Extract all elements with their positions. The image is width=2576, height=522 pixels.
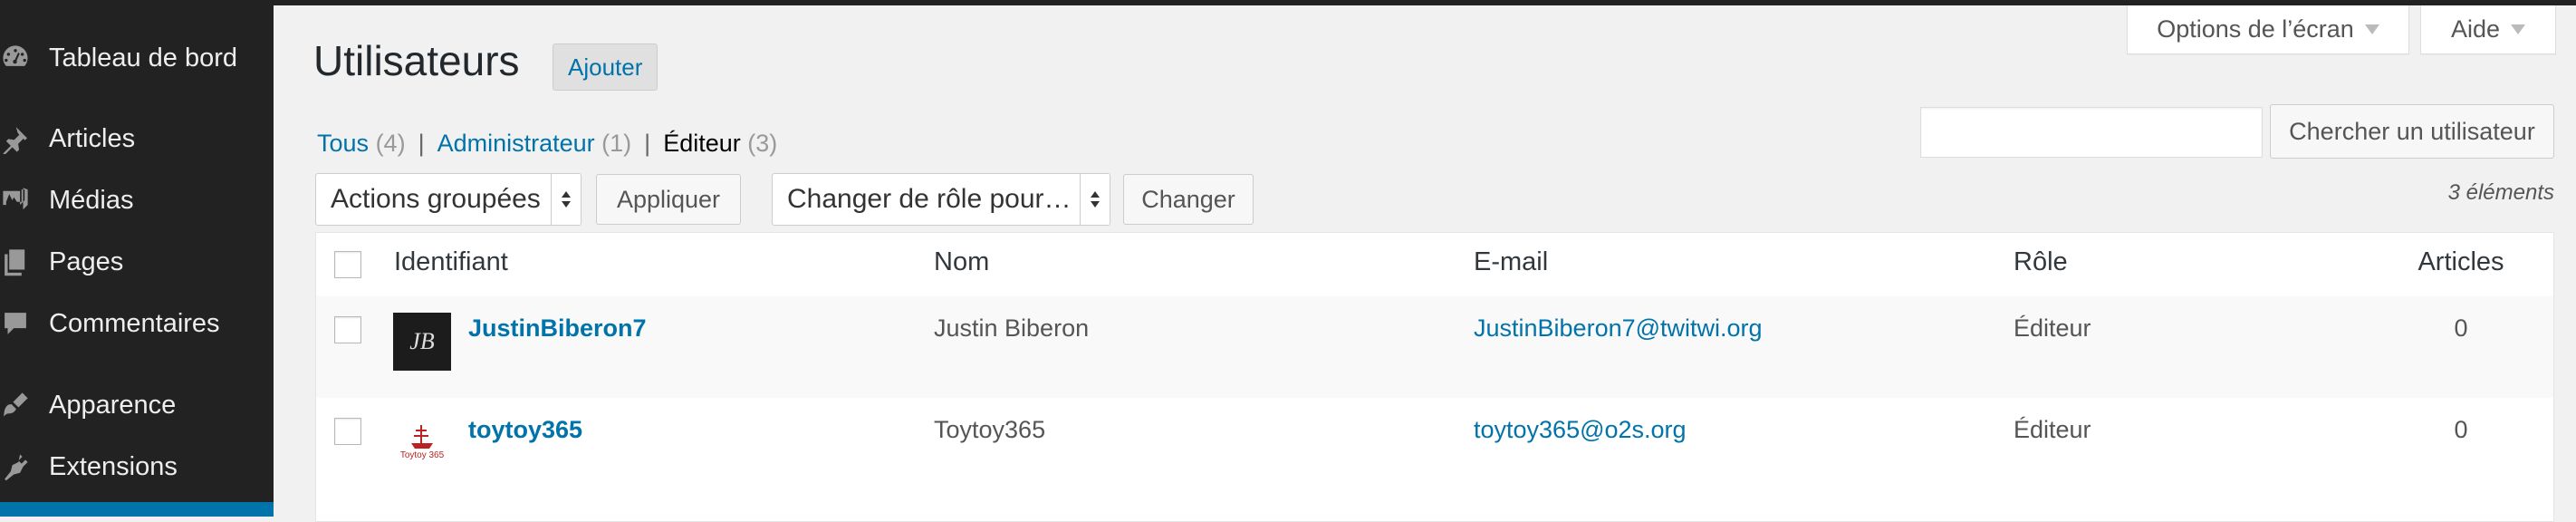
sidebar-item-label: Extensions [49,451,178,481]
select-arrows-icon [1080,174,1110,225]
admin-sidebar: Tableau de bord Articles Médias Pages Co… [0,5,274,517]
filter-all-link[interactable]: Tous (4) [317,130,406,157]
dashboard-icon [0,43,31,73]
filter-separator: | [644,130,651,157]
sidebar-item-dashboard[interactable]: Tableau de bord [0,31,274,85]
column-email[interactable]: E-mail [1474,247,1548,277]
sidebar-item-label: Pages [49,246,124,276]
pages-icon [0,246,31,277]
change-role-select[interactable]: Changer de rôle pour… [772,173,1110,226]
user-role: Éditeur [2014,314,2091,342]
column-name[interactable]: Nom [934,247,989,277]
column-posts[interactable]: Articles [2398,247,2524,277]
filter-separator: | [418,130,425,157]
sidebar-item-label: Articles [49,123,136,153]
sidebar-item-media[interactable]: Médias [0,173,274,227]
users-table: Identifiant Nom E-mail Rôle Articles JB … [315,232,2554,522]
plugins-icon [0,451,31,482]
select-all-checkbox[interactable] [334,251,361,278]
chevron-down-icon [2511,24,2526,34]
sidebar-item-extensions[interactable]: Extensions [0,440,274,494]
table-header: Identifiant Nom E-mail Rôle Articles [316,233,2553,297]
screen-options-label: Options de l’écran [2157,15,2354,43]
user-name: Justin Biberon [934,314,1090,342]
column-username[interactable]: Identifiant [394,247,508,277]
media-icon [0,185,31,216]
sidebar-item-label: Apparence [49,390,177,420]
avatar-logo-text: Toytoy 365 [399,450,445,460]
sidebar-item-label: Médias [49,185,134,215]
sidebar-item-pages[interactable]: Pages [0,235,274,289]
change-role-value: Changer de rôle pour… [787,184,1072,214]
bulk-actions-value: Actions groupées [331,184,541,214]
user-email-link[interactable]: JustinBiberon7@twitwi.org [1474,314,1763,343]
change-role-button[interactable]: Changer [1123,174,1254,225]
help-button[interactable]: Aide [2420,5,2556,54]
sidebar-item-appearance[interactable]: Apparence [0,378,274,432]
search-users-button[interactable]: Chercher un utilisateur [2270,104,2554,159]
chevron-down-icon [2364,24,2379,34]
pushpin-icon [0,123,31,154]
select-arrows-icon [551,174,581,225]
apply-button[interactable]: Appliquer [596,174,741,225]
page-title: Utilisateurs [313,37,520,84]
sidebar-item-label: Tableau de bord [49,43,237,72]
sidebar-item-articles[interactable]: Articles [0,111,274,166]
sidebar-item-comments[interactable]: Commentaires [0,296,274,351]
screen-options-button[interactable]: Options de l’écran [2127,5,2409,54]
avatar-monogram: JB [409,328,435,354]
column-role: Rôle [2014,247,2068,276]
filter-administrator-link[interactable]: Administrateur (1) [437,130,632,157]
ship-logo-icon [411,424,433,449]
bulk-actions-select[interactable]: Actions groupées [315,173,582,226]
row-checkbox[interactable] [334,316,361,343]
user-role: Éditeur [2014,416,2091,443]
avatar: JB [393,313,451,371]
row-checkbox[interactable] [334,418,361,445]
role-filter-links: Tous (4) | Administrateur (1) | Éditeur (3) [317,130,777,158]
help-label: Aide [2450,15,2501,43]
username-link[interactable]: JustinBiberon7 [468,314,647,343]
sidebar-active-indicator [0,502,274,517]
sidebar-item-label: Commentaires [49,308,220,338]
user-search-input[interactable] [1920,107,2263,158]
comments-icon [0,308,31,339]
table-row: Toytoy 365 toytoy365 Toytoy365 toytoy365… [316,398,2553,499]
filter-editor-link[interactable]: Éditeur (3) [663,130,777,157]
user-post-count[interactable]: 0 [2398,416,2524,444]
user-post-count[interactable]: 0 [2398,314,2524,343]
appearance-icon [0,390,31,420]
avatar: Toytoy 365 [393,412,451,470]
username-link[interactable]: toytoy365 [468,416,582,444]
items-count: 3 éléments [2447,180,2554,205]
table-row: JB JustinBiberon7 Justin Biberon JustinB… [316,296,2553,398]
add-user-button[interactable]: Ajouter [553,44,658,91]
user-name: Toytoy365 [934,416,1046,443]
user-email-link[interactable]: toytoy365@o2s.org [1474,416,1687,444]
